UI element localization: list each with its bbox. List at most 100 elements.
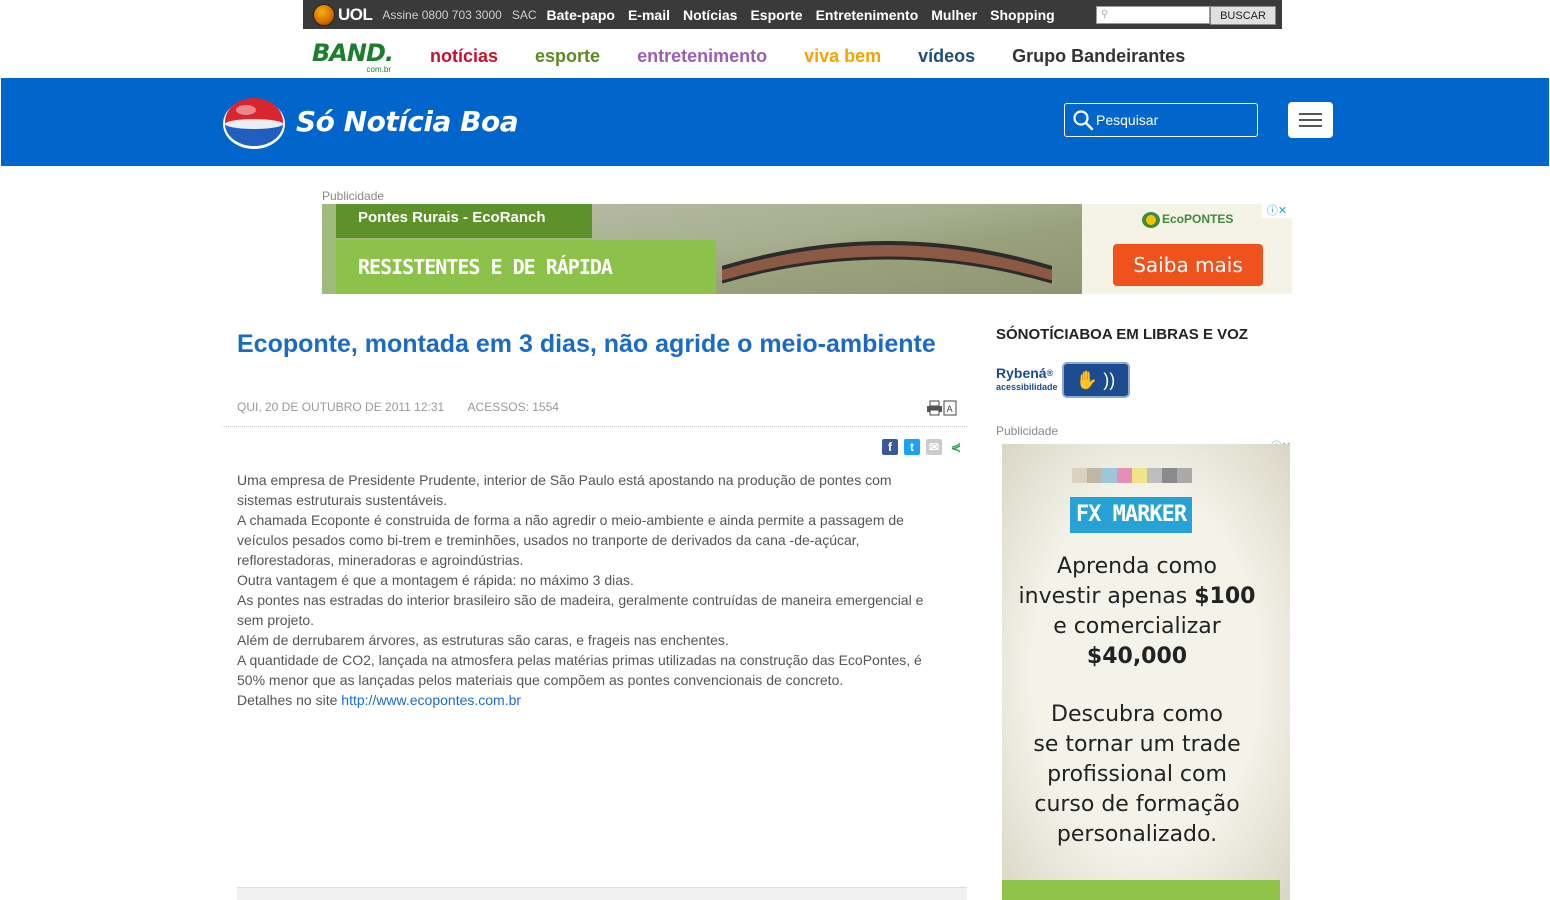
adchoices-icon[interactable]: ⓘ✕ [1262,204,1292,218]
article-paragraph: As pontes nas estradas do interior brasi… [237,592,924,628]
uol-bar-inner: UOL Assine 0800 703 3000 SAC Bate-papo E… [303,0,1282,29]
rybena-name: Rybená [996,365,1047,381]
rybena-logo: Rybená® acessibilidade [996,366,1058,394]
band-nav-entretenimento[interactable]: entretenimento [637,46,767,67]
site-title: Só Notícia Boa [296,105,519,138]
rybena-widget[interactable]: Rybená® acessibilidade ✋ )) [996,362,1130,398]
ad-copy-line: $40,000 [1002,642,1272,672]
rybena-registered: ® [1046,368,1054,378]
article-paragraph: Outra vantagem é que a montagem é rápida… [237,572,634,588]
article-paragraph: A quantidade de CO2, lançada na atmosfer… [237,652,922,688]
svg-text:A: A [947,405,954,415]
facebook-share-icon[interactable]: f [882,439,898,455]
uol-search: ⚲ BUSCAR [1096,6,1276,25]
uol-assine[interactable]: Assine 0800 703 3000 [382,8,501,22]
ad-copy-line: se tornar um trade [1033,732,1241,757]
search-icon: ⚲ [1101,9,1109,20]
twitter-share-icon[interactable]: t [904,439,920,455]
article-paragraph: A chamada Ecoponte é construida de forma… [237,512,904,568]
article-paragraph: Além de derrubarem árvores, as estrutura… [237,632,729,648]
uol-search-button[interactable]: BUSCAR [1210,6,1276,25]
fx-marker-logo: FX MARKER [1070,497,1192,533]
sidebar-ad-copy: Aprenda como investir apenas $100 e come… [1002,552,1272,850]
ad-copy-text: investir apenas [1018,584,1195,609]
ecopontes-icon [1142,212,1160,228]
share-buttons: f t ✉ ⋞ [882,439,970,455]
print-icon[interactable] [926,400,943,416]
hamburger-menu-button[interactable] [1288,102,1333,138]
ad-copy-amount: $40,000 [1086,644,1188,669]
band-nav-viva-bem[interactable]: viva bem [804,46,881,67]
band-nav-grupo[interactable]: Grupo Bandeirantes [1012,46,1185,67]
email-share-icon[interactable]: ✉ [926,439,942,455]
uol-link-esporte[interactable]: Esporte [750,7,802,23]
band-logo[interactable]: BAND. com.br [312,39,394,74]
uol-link-batepapo[interactable]: Bate-papo [547,7,615,23]
saiba-mais-button[interactable]: Saiba mais [1113,244,1263,286]
divider [222,426,967,427]
print-tools: A [926,400,957,416]
site-search[interactable] [1064,103,1258,137]
uol-link-entretenimento[interactable]: Entretenimento [816,7,919,23]
ecopontes-brand: EcoPONTES [1162,212,1234,227]
ad-copy-line: Descubra como [1051,702,1223,727]
details-prefix: Detalhes no site [237,692,342,708]
ad-copy-line: curso de formação [1034,792,1240,817]
bottom-strip [237,887,967,900]
band-nav-noticias[interactable]: notícias [430,46,498,67]
ad-green-strip [1002,880,1280,900]
ad-headline: Pontes Rurais - EcoRanch [336,204,592,238]
article-meta: QUI, 20 DE OUTUBRO DE 2011 12:31 ACESSOS… [237,400,559,414]
uol-logo-text: UOL [338,4,373,24]
ecopontes-link[interactable]: http://www.ecopontes.com.br [341,692,521,708]
uol-top-bar: UOL Assine 0800 703 3000 SAC Bate-papo E… [0,0,1550,29]
search-icon [1073,110,1094,131]
uol-link-email[interactable]: E-mail [628,7,670,23]
band-logo-suffix: com.br [366,65,391,74]
band-nav-bar: BAND. com.br notícias esporte entretenim… [0,29,1550,78]
menu-bar-icon [1299,125,1322,127]
pdf-icon[interactable]: A [943,400,957,416]
uol-ball-icon [313,3,335,26]
ad-label: Publicidade [322,189,385,203]
rybena-sub: acessibilidade [996,382,1058,392]
article-paragraph: Uma empresa de Presidente Prudente, inte… [237,472,892,508]
uol-sac[interactable]: SAC [512,8,537,22]
ad-copy-line: personalizado. [1056,822,1218,847]
band-logo-text: BAND. [312,39,394,67]
ad-copy-line: Aprenda como [1057,554,1217,579]
ad-copy-line: investir apenas $100 [1002,582,1272,612]
article-title: Ecoponte, montada em 3 dias, não agride … [237,330,936,358]
bridge-image [722,241,1052,284]
globe-logo-icon [223,98,285,149]
article-accesses: ACESSOS: 1554 [467,400,559,414]
ad-copy-amount: $100 [1194,584,1256,609]
top-banner-ad[interactable]: Pontes Rurais - EcoRanch RESISTENTES E D… [322,204,1292,294]
article-body: Uma empresa de Presidente Prudente, inte… [237,470,947,710]
uol-links: Bate-papo E-mail Notícias Esporte Entret… [547,7,1068,23]
sidebar-ad[interactable]: FX MARKER Aprenda como investir apenas $… [1002,444,1290,900]
uol-link-noticias[interactable]: Notícias [683,7,737,23]
ad-left-panel: Pontes Rurais - EcoRanch RESISTENTES E D… [322,204,722,294]
ad-tagline: RESISTENTES E DE RÁPIDA MONTAGEM! [336,240,716,294]
site-header: Só Notícia Boa [1,78,1549,166]
uol-link-mulher[interactable]: Mulher [931,7,977,23]
band-nav-videos[interactable]: vídeos [918,46,975,67]
band-nav-esporte[interactable]: esporte [535,46,600,67]
menu-bar-icon [1299,119,1322,121]
menu-bar-icon [1299,113,1322,115]
band-nav: notícias esporte entretenimento viva bem… [430,46,1222,67]
uol-link-shopping[interactable]: Shopping [990,7,1055,23]
article-details: Detalhes no site http://www.ecopontes.co… [237,690,947,710]
side-ad-label: Publicidade [996,424,1059,438]
color-swatches [1072,468,1192,483]
uol-search-input[interactable] [1096,6,1210,24]
ad-copy-line: e comercializar [1053,614,1221,639]
site-search-input[interactable] [1096,112,1246,128]
ecopontes-logo: EcoPONTES [1142,212,1233,228]
sign-language-icon: ✋ )) [1061,362,1130,398]
sidebar-title: SÓNOTÍCIABOA EM LIBRAS E VOZ [996,326,1248,343]
ad-copy-line: profissional com [1047,762,1227,787]
share-icon[interactable]: ⋞ [948,439,964,455]
uol-logo[interactable]: UOL [313,3,373,26]
